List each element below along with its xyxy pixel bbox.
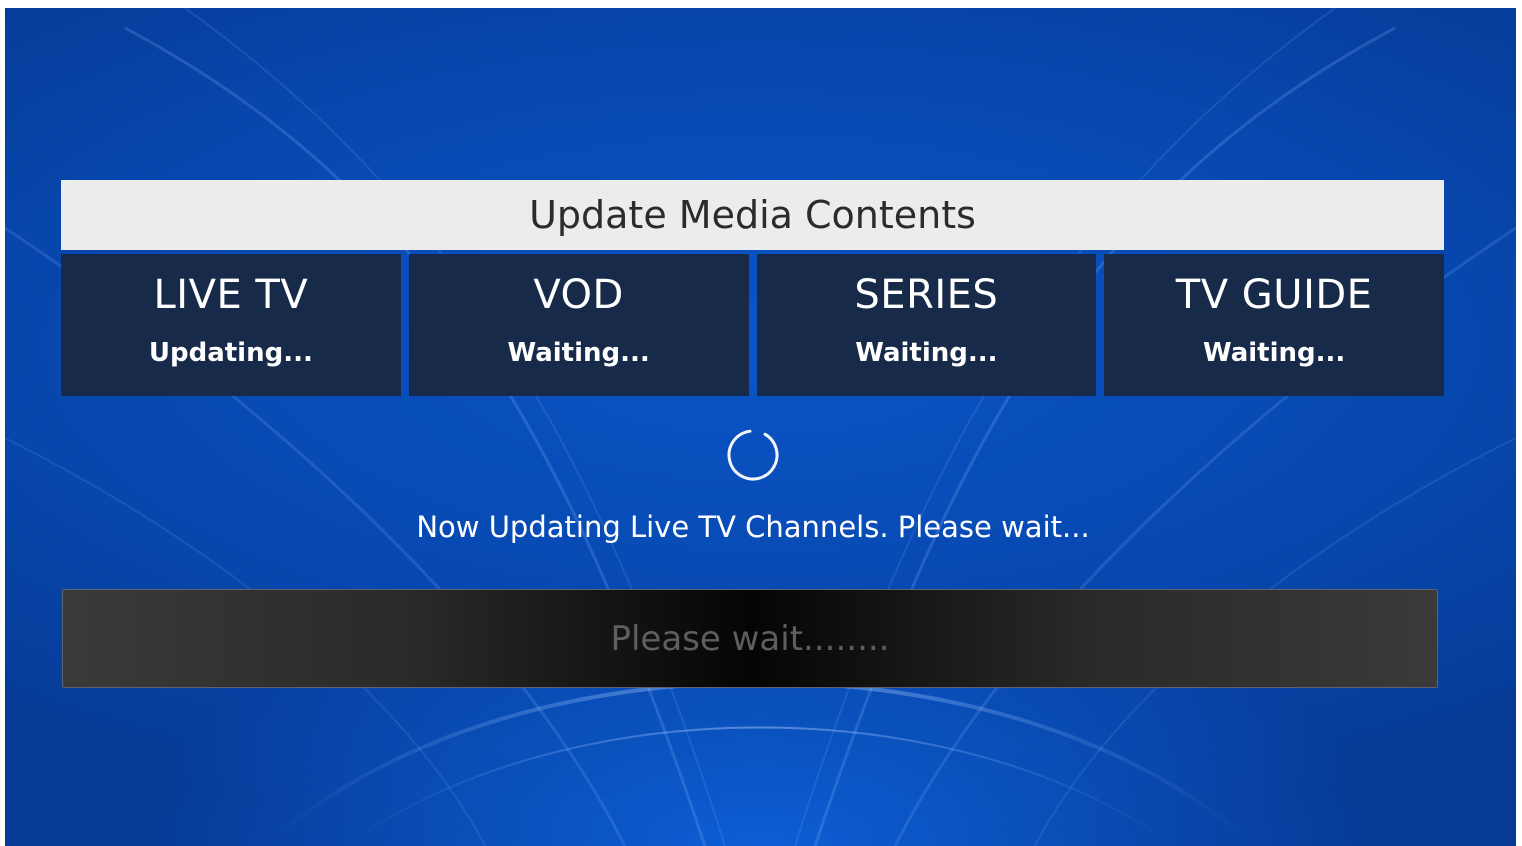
app-screen: Update Media Contents LIVE TV Updating..… <box>5 8 1516 846</box>
tile-title: VOD <box>533 272 624 318</box>
tile-status: Waiting... <box>1202 338 1346 368</box>
tile-status: Waiting... <box>855 338 998 368</box>
progress-text: Please wait........ <box>610 618 890 659</box>
tile-title: SERIES <box>854 272 999 318</box>
tile-live-tv[interactable]: LIVE TV Updating... <box>61 254 401 396</box>
tile-tv-guide[interactable]: TV GUIDE Waiting... <box>1104 254 1444 396</box>
category-tiles: LIVE TV Updating... VOD Waiting... SERIE… <box>61 254 1444 396</box>
tile-title: LIVE TV <box>153 272 309 318</box>
status-message: Now Updating Live TV Channels. Please wa… <box>416 510 1090 544</box>
background-waves <box>5 8 1516 846</box>
dialog-header: Update Media Contents <box>61 180 1444 250</box>
dialog-title: Update Media Contents <box>529 193 976 237</box>
tile-status: Updating... <box>148 338 313 368</box>
tile-status: Waiting... <box>507 338 650 368</box>
progress-bar: Please wait........ <box>62 589 1438 688</box>
tile-title: TV GUIDE <box>1175 272 1373 318</box>
tile-vod[interactable]: VOD Waiting... <box>408 254 749 396</box>
tile-series[interactable]: SERIES Waiting... <box>756 254 1097 396</box>
loading-spinner-icon <box>727 429 779 481</box>
